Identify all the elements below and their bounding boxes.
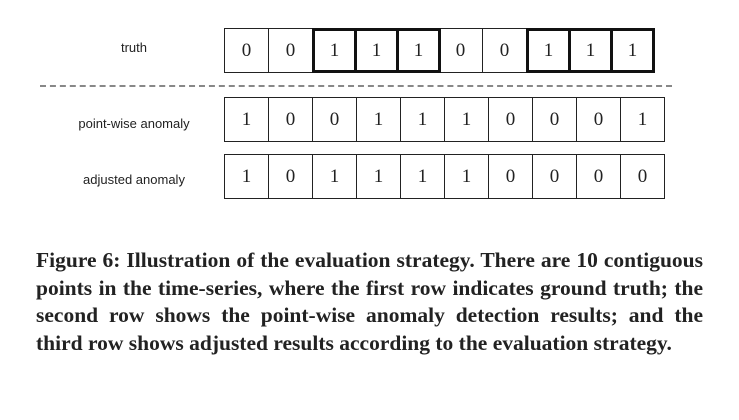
cell: 1 bbox=[568, 28, 613, 73]
cell: 0 bbox=[268, 97, 313, 142]
cell: 0 bbox=[532, 97, 577, 142]
cell: 1 bbox=[610, 28, 655, 73]
cell: 1 bbox=[526, 28, 571, 73]
cell: 1 bbox=[354, 28, 399, 73]
cell: 1 bbox=[312, 28, 357, 73]
cell: 0 bbox=[488, 97, 533, 142]
cell: 0 bbox=[576, 154, 621, 199]
cell: 0 bbox=[312, 97, 357, 142]
cell: 0 bbox=[576, 97, 621, 142]
cell: 1 bbox=[444, 154, 489, 199]
cell: 1 bbox=[356, 154, 401, 199]
cell: 1 bbox=[224, 154, 269, 199]
cell: 0 bbox=[482, 28, 527, 73]
point-wise-row: 1001110001 bbox=[224, 97, 665, 142]
cell: 1 bbox=[620, 97, 665, 142]
cell: 1 bbox=[224, 97, 269, 142]
cell: 0 bbox=[620, 154, 665, 199]
cell: 0 bbox=[268, 28, 313, 73]
cell: 1 bbox=[400, 97, 445, 142]
cell: 1 bbox=[312, 154, 357, 199]
divider-dashed-line bbox=[40, 85, 672, 87]
figure-caption: Figure 6: Illustration of the evaluation… bbox=[36, 248, 703, 355]
cell: 1 bbox=[396, 28, 441, 73]
cell: 1 bbox=[356, 97, 401, 142]
figure: truth 0011100111 point-wise anomaly 1001… bbox=[0, 0, 739, 420]
cell: 0 bbox=[268, 154, 313, 199]
row-label-point-wise: point-wise anomaly bbox=[78, 116, 190, 131]
cell: 1 bbox=[400, 154, 445, 199]
cell: 0 bbox=[532, 154, 577, 199]
cell: 0 bbox=[438, 28, 483, 73]
row-label-adjusted: adjusted anomaly bbox=[83, 172, 185, 187]
adjusted-row: 1011110000 bbox=[224, 154, 665, 199]
cell: 0 bbox=[488, 154, 533, 199]
cell: 1 bbox=[444, 97, 489, 142]
row-label-truth: truth bbox=[120, 40, 147, 55]
truth-row: 0011100111 bbox=[224, 28, 655, 73]
cell: 0 bbox=[224, 28, 269, 73]
